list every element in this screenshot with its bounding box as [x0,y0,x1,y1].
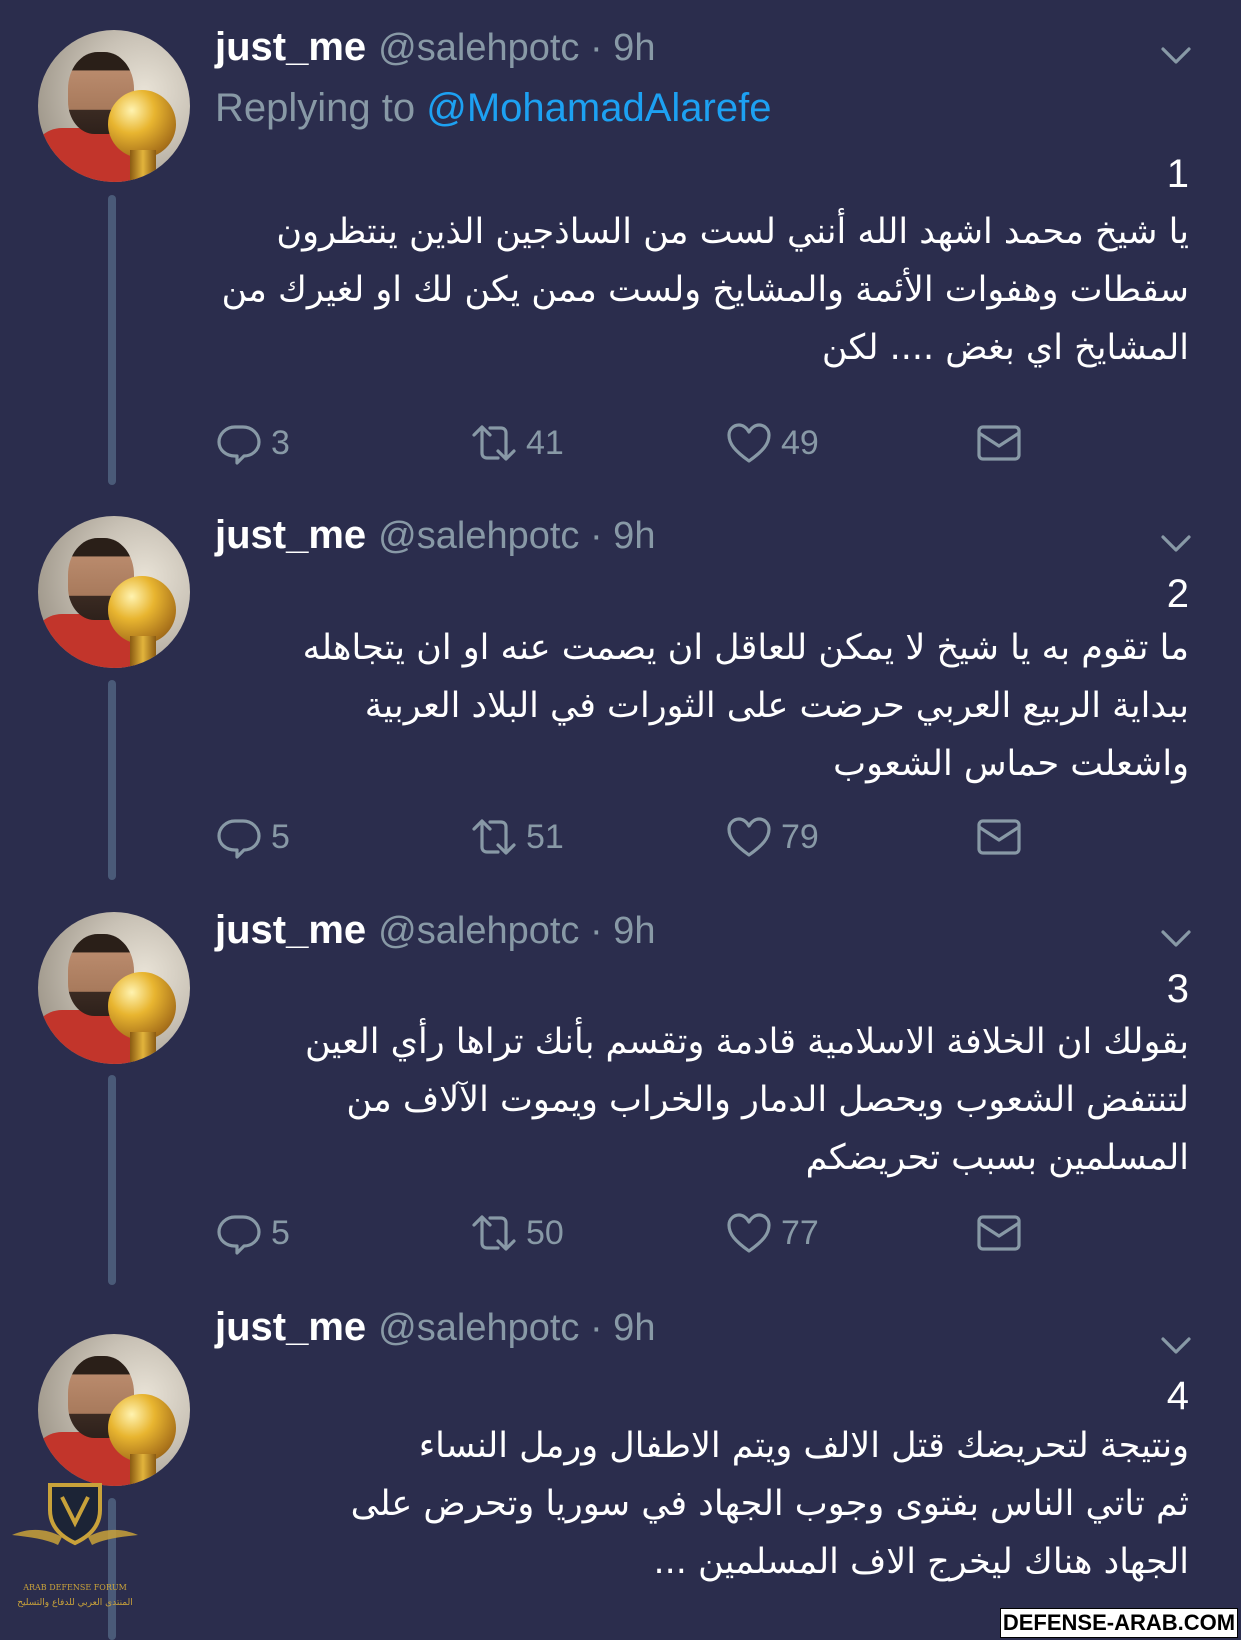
svg-text:ARAB DEFENSE FORUM: ARAB DEFENSE FORUM [22,1583,127,1592]
display-name[interactable]: just_me [215,908,366,952]
dm-icon [977,1215,1021,1251]
like-button[interactable]: 49 [725,418,819,468]
tweet-actions: 5 50 77 [215,1208,1095,1258]
retweet-icon [472,1215,516,1251]
handle-time: @salehpotc · 9h [378,27,656,69]
svg-text:المنتدى العربي للدفاع والتسليح: المنتدى العربي للدفاع والتسليح [17,1598,132,1608]
dm-button[interactable] [975,418,1031,468]
tweet-text: يا شيخ محمد اشهد الله أنني لست من الساذج… [221,212,1189,368]
avatar[interactable] [38,516,190,668]
display-name[interactable]: just_me [215,1305,366,1349]
tweet-3[interactable]: just_me @salehpotc · 9h 3 بقولك ان الخلاف… [0,885,1241,1290]
thread-number: 1 [1166,152,1189,196]
like-icon [727,817,771,857]
display-name[interactable]: just_me [215,513,366,557]
tweet-text: ونتيجة لتحريضك قتل الالف ويتم الاطفال ور… [350,1426,1189,1582]
tweet-text: بقولك ان الخلافة الاسلامية قادمة وتقسم ب… [305,1022,1189,1178]
handle-time: @salehpotc · 9h [378,1307,656,1349]
tweet-actions: 5 51 79 [215,812,1095,862]
like-count: 49 [781,423,819,462]
replying-to: Replying to @MohamadAlarefe [215,86,772,130]
tweet-header: just_me @salehpotc · 9h [215,510,655,560]
chevron-down-icon[interactable] [1159,38,1193,72]
tweet-header: just_me @salehpotc · 9h [215,22,655,72]
display-name[interactable]: just_me [215,25,366,69]
chevron-down-icon[interactable] [1159,526,1193,560]
thread-line [108,680,116,880]
like-button[interactable]: 77 [725,1208,819,1258]
thread-line [108,1075,116,1285]
mention-link[interactable]: @MohamadAlarefe [426,86,771,130]
tweet-actions: 3 41 49 [215,418,1095,468]
thread-line [108,195,116,485]
reply-button[interactable]: 5 [215,812,290,862]
tweet-thread: just_me @salehpotc · 9h Replying to @Moha… [0,0,1241,1640]
retweet-count: 51 [526,817,564,856]
tweet-1[interactable]: just_me @salehpotc · 9h Replying to @Moha… [0,0,1241,490]
dm-icon [977,425,1021,461]
tweet-2[interactable]: just_me @salehpotc · 9h 2 ما تقوم به يا ش… [0,490,1241,885]
retweet-count: 41 [526,423,564,462]
thread-number: 4 [1166,1374,1189,1418]
avatar[interactable] [38,912,190,1064]
like-icon [727,423,771,463]
reply-button[interactable]: 5 [215,1208,290,1258]
thread-number: 2 [1166,572,1189,616]
retweet-button[interactable]: 50 [470,1208,564,1258]
reply-icon [217,1215,261,1255]
reply-count: 5 [271,1213,290,1252]
forum-logo: ARAB DEFENSE FORUM المنتدى العربي للدفاع… [12,1483,138,1608]
retweet-count: 50 [526,1213,564,1252]
thread-number: 3 [1166,967,1189,1011]
handle-time: @salehpotc · 9h [378,515,656,557]
reply-count: 5 [271,817,290,856]
like-count: 79 [781,817,819,856]
like-button[interactable]: 79 [725,812,819,862]
tweet-text: ما تقوم به يا شيخ لا يمكن للعاقل ان يصمت… [302,628,1189,784]
avatar[interactable] [38,30,190,182]
retweet-icon [472,425,516,461]
tweet-4[interactable]: just_me @salehpotc · 9h 4 ونتيجة لتحريضك … [0,1290,1241,1640]
reply-icon [217,819,261,859]
retweet-button[interactable]: 41 [470,418,564,468]
dm-button[interactable] [975,812,1031,862]
like-icon [727,1213,771,1253]
like-count: 77 [781,1213,819,1252]
dm-button[interactable] [975,1208,1031,1258]
retweet-button[interactable]: 51 [470,812,564,862]
tweet-header: just_me @salehpotc · 9h [215,1302,655,1352]
reply-icon [217,425,261,465]
reply-button[interactable]: 3 [215,418,290,468]
chevron-down-icon[interactable] [1159,1328,1193,1362]
avatar[interactable] [38,1334,190,1486]
chevron-down-icon[interactable] [1159,921,1193,955]
site-watermark: DEFENSE-ARAB.COM [1000,1608,1238,1638]
reply-count: 3 [271,423,290,462]
handle-time: @salehpotc · 9h [378,910,656,952]
tweet-header: just_me @salehpotc · 9h [215,905,655,955]
retweet-icon [472,819,516,855]
dm-icon [977,819,1021,855]
